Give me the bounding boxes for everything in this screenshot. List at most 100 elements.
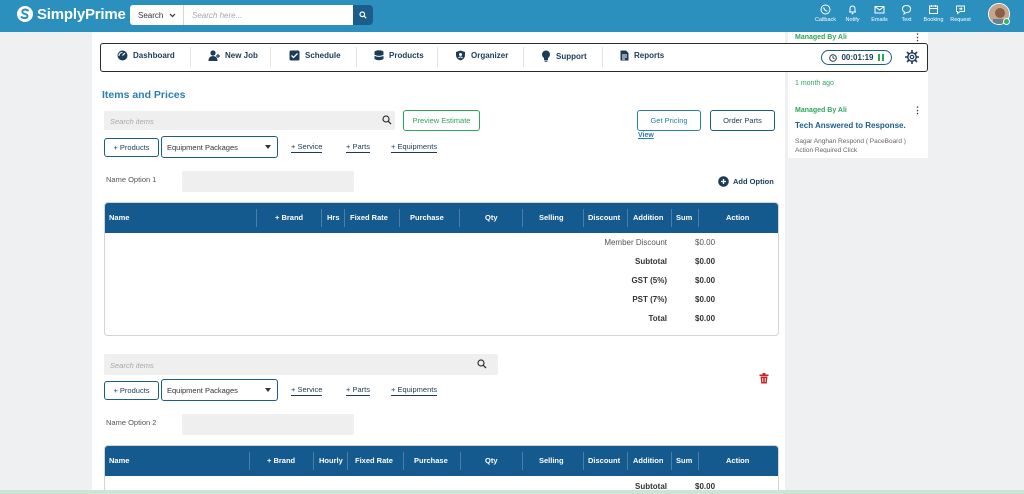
column-divider [671, 452, 672, 470]
column-divider [627, 452, 628, 470]
column-divider [313, 452, 314, 470]
request-button[interactable]: Request [947, 4, 974, 23]
column-header: Addition [633, 213, 664, 222]
column-divider [403, 452, 404, 470]
gear-icon[interactable] [904, 49, 920, 65]
timer-value: 00:01:19 [841, 53, 874, 62]
pause-icon[interactable] [877, 54, 884, 61]
column-divider [347, 452, 348, 470]
equipment-packages-select[interactable]: Equipment Packages [161, 136, 278, 158]
search-icon[interactable] [382, 115, 392, 125]
order-parts-button[interactable]: Order Parts [710, 110, 775, 131]
kebab-menu-icon[interactable]: ⋮ [913, 32, 922, 43]
chat-icon [901, 4, 912, 15]
column-divider [399, 209, 400, 227]
user-icon [208, 50, 220, 61]
column-header: Name [109, 213, 130, 222]
nav-products[interactable]: Products [374, 50, 424, 61]
nav-schedule-label: Schedule [305, 51, 341, 60]
nav-dashboard[interactable]: Dashboard [117, 50, 175, 61]
name-option-input[interactable] [182, 414, 354, 435]
managed-by-label: Managed By Ali [795, 107, 847, 114]
online-status-dot [1003, 18, 1010, 25]
add-service-link[interactable]: + Service [291, 385, 323, 396]
column-divider [671, 209, 672, 227]
emails-button[interactable]: Emails [866, 4, 893, 23]
notify-button[interactable]: Notify [839, 4, 866, 23]
get-pricing-button[interactable]: Get Pricing [637, 110, 701, 131]
nav-organizer-label: Organizer [471, 51, 509, 60]
column-header[interactable]: + Brand [267, 456, 295, 465]
add-option-label: Add Option [733, 177, 774, 186]
booking-label: Booking [923, 17, 944, 23]
column-divider [344, 209, 345, 227]
add-service-link[interactable]: + Service [291, 142, 323, 153]
item-search-input[interactable]: Search items [104, 111, 395, 130]
nav-divider [270, 47, 271, 67]
shield-icon [455, 50, 466, 61]
nav-divider [356, 47, 357, 67]
activity-description: Sagar Anghan Respond ( PaceBoard ) Actio… [795, 138, 906, 153]
equipment-packages-select[interactable]: Equipment Packages [161, 379, 278, 401]
app-name: SimplyPrime [37, 5, 126, 23]
column-header: Selling [539, 456, 564, 465]
summary-value: $0.00 [695, 276, 716, 285]
callback-button[interactable]: Callback [812, 4, 839, 23]
nav-organizer[interactable]: Organizer [455, 50, 508, 61]
bottom-bar [0, 490, 1024, 494]
caret-down-icon [265, 145, 271, 149]
search-icon[interactable] [477, 359, 487, 369]
column-header[interactable]: + Brand [275, 213, 303, 222]
bell-icon [847, 4, 858, 15]
activity-time: 1 month ago [795, 80, 834, 87]
add-products-button[interactable]: + Products [104, 138, 159, 157]
booking-button[interactable]: Booking [920, 4, 947, 23]
nav-schedule[interactable]: Schedule [289, 50, 341, 61]
callback-label: Callback [814, 17, 837, 23]
dashboard-icon [117, 50, 128, 61]
activity-title[interactable]: Tech Answered to Response. [795, 121, 906, 130]
nav-divider [602, 47, 603, 67]
name-option-input[interactable] [182, 171, 354, 192]
mail-icon [874, 4, 885, 15]
logo[interactable]: SimplyPrime [16, 5, 126, 23]
checkbox-icon [289, 50, 300, 61]
summary-label: Total [648, 314, 667, 323]
plus-circle-icon [718, 176, 729, 187]
add-equipments-link[interactable]: + Equipments [391, 385, 438, 396]
view-link[interactable]: View [638, 132, 654, 139]
add-parts-link[interactable]: + Parts [346, 385, 370, 396]
add-parts-link[interactable]: + Parts [346, 142, 370, 153]
nav-reports[interactable]: Reports [620, 50, 664, 61]
trash-icon[interactable] [759, 373, 769, 384]
top-actions: Callback Notify Emails Text Booking Requ… [812, 4, 974, 23]
column-divider [698, 452, 699, 470]
summary-label: PST (7%) [632, 295, 667, 304]
column-header: Fixed Rate [350, 213, 388, 222]
kebab-menu-icon[interactable]: ⋮ [913, 105, 922, 116]
preview-estimate-button[interactable]: Preview Estimate [403, 110, 480, 131]
managed-by-label: Managed By Ali [795, 34, 847, 41]
add-equipments-link[interactable]: + Equipments [391, 142, 438, 153]
text-button[interactable]: Text [893, 4, 920, 23]
search-input[interactable]: Search here... [184, 11, 353, 20]
column-header: Qty [485, 213, 498, 222]
add-option-button[interactable]: Add Option [718, 176, 774, 187]
nav-new-job[interactable]: New Job [208, 50, 258, 61]
summary-label: GST (5%) [631, 276, 667, 285]
search-scope-select[interactable]: Search [130, 5, 184, 25]
nav-support[interactable]: Support [541, 50, 587, 62]
select-value: Equipment Packages [167, 385, 238, 395]
job-timer[interactable]: 00:01:19 [821, 50, 892, 65]
item-search-input[interactable]: Search items [104, 354, 498, 375]
bulb-icon [541, 50, 551, 62]
nav-support-label: Support [556, 51, 587, 61]
column-header: Action [726, 456, 750, 465]
emails-label: Emails [871, 17, 888, 23]
column-divider [627, 209, 628, 227]
search-button[interactable] [353, 5, 373, 25]
column-header: Sum [676, 213, 693, 222]
report-icon [620, 50, 629, 61]
add-products-button[interactable]: + Products [104, 381, 159, 400]
nav-divider [523, 47, 524, 67]
